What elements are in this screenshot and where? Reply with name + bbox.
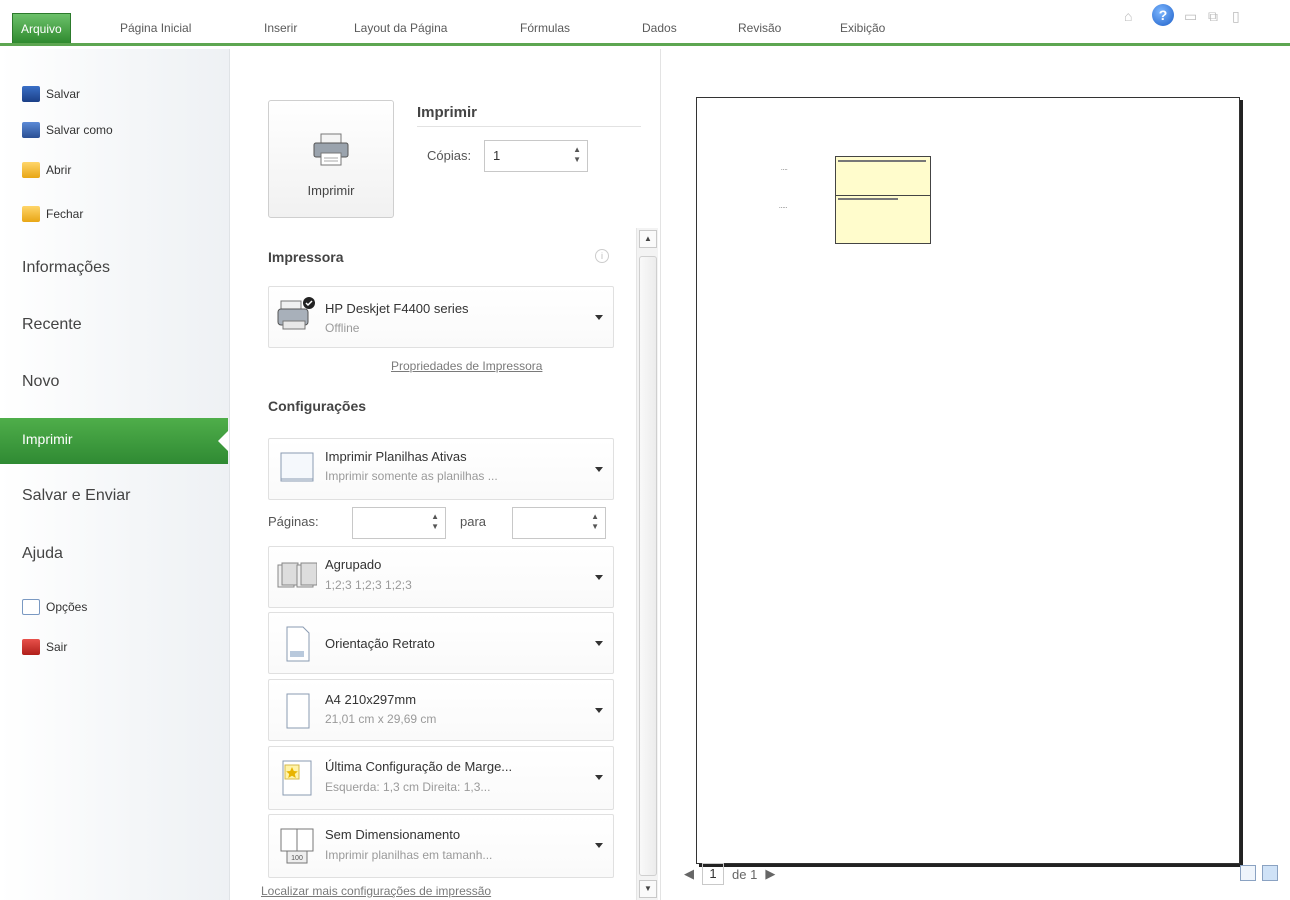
chevron-down-icon bbox=[595, 641, 603, 646]
spin-arrows-icon[interactable]: ▲ ▼ bbox=[431, 512, 439, 532]
preview-comment-box bbox=[835, 156, 931, 244]
preview-page: .... ..... bbox=[696, 97, 1240, 864]
sheets-icon bbox=[280, 452, 314, 482]
nav-novo[interactable]: Novo bbox=[22, 373, 59, 391]
copies-label: Cópias: bbox=[427, 148, 472, 163]
scaling-icon: 100 bbox=[280, 828, 314, 864]
nav-salvar[interactable]: Salvar bbox=[22, 86, 80, 102]
tab-formulas[interactable]: Fórmulas bbox=[516, 17, 574, 43]
nav-salvar-como[interactable]: Salvar como bbox=[22, 122, 113, 138]
print-button[interactable]: Imprimir bbox=[268, 100, 394, 218]
scroll-up-icon[interactable]: ▲ bbox=[639, 230, 657, 248]
svg-text:100: 100 bbox=[291, 855, 303, 862]
paper-size-dropdown[interactable]: A4 210x297mm 21,01 cm x 29,69 cm bbox=[268, 679, 614, 741]
active-pointer-icon bbox=[218, 430, 229, 452]
window-minimize-icon[interactable]: ▭ bbox=[1184, 8, 1197, 25]
next-page-icon[interactable]: ▶ bbox=[765, 866, 775, 882]
nav-ajuda[interactable]: Ajuda bbox=[22, 545, 63, 563]
tab-pagina-inicial[interactable]: Página Inicial bbox=[116, 17, 195, 43]
window-restore-icon[interactable]: ⧉ bbox=[1208, 8, 1218, 25]
scroll-down-icon[interactable]: ▼ bbox=[639, 880, 657, 898]
margins-icon bbox=[282, 760, 312, 796]
nav-salvar-e-enviar[interactable]: Salvar e Enviar bbox=[22, 487, 131, 505]
zoom-to-page-icon[interactable] bbox=[1262, 865, 1278, 881]
divider bbox=[836, 195, 930, 196]
more-print-settings-link[interactable]: Localizar mais configurações de impressã… bbox=[261, 884, 491, 898]
nav-sair[interactable]: Sair bbox=[22, 639, 67, 655]
printer-properties-link[interactable]: Propriedades de Impressora bbox=[391, 359, 542, 373]
tab-exibicao[interactable]: Exibição bbox=[836, 17, 889, 43]
page-navigator: ◀ 1 de 1 ▶ bbox=[684, 863, 775, 885]
ribbon-tab-bar: Arquivo Página Inicial Inserir Layout da… bbox=[0, 0, 1290, 46]
divider bbox=[417, 126, 641, 127]
nav-opcoes[interactable]: Opções bbox=[22, 599, 87, 615]
help-icon[interactable]: ? bbox=[1152, 4, 1174, 26]
save-as-icon bbox=[22, 122, 40, 138]
prev-page-icon[interactable]: ◀ bbox=[684, 866, 694, 882]
options-icon bbox=[22, 599, 40, 615]
print-settings-panel: Imprimir Imprimir Cópias: 1 ▲ ▼ Impressor… bbox=[231, 49, 661, 900]
pages-to-stepper[interactable]: ▲ ▼ bbox=[512, 507, 606, 539]
spin-arrows-icon[interactable]: ▲ ▼ bbox=[573, 145, 581, 165]
pages-to-label: para bbox=[460, 514, 487, 529]
pages-label: Páginas: bbox=[268, 514, 319, 529]
save-icon bbox=[22, 86, 40, 102]
spin-arrows-icon[interactable]: ▲ ▼ bbox=[591, 512, 599, 532]
chevron-down-icon bbox=[595, 315, 603, 320]
margins-dropdown[interactable]: Última Configuração de Marge... Esquerda… bbox=[268, 746, 614, 810]
preview-text-line bbox=[838, 160, 926, 162]
chevron-down-icon bbox=[595, 843, 603, 848]
tab-layout-da-pagina[interactable]: Layout da Página bbox=[350, 17, 451, 43]
scaling-dropdown[interactable]: 100 Sem Dimensionamento Imprimir planilh… bbox=[268, 814, 614, 878]
pages-from-stepper[interactable]: ▲ ▼ bbox=[352, 507, 446, 539]
orientation-dropdown[interactable]: Orientação Retrato bbox=[268, 612, 614, 674]
nav-imprimir[interactable]: Imprimir bbox=[0, 418, 229, 464]
current-page-input[interactable]: 1 bbox=[702, 863, 724, 885]
preview-cell-text: .... bbox=[781, 166, 788, 172]
minimize-ribbon-icon[interactable]: ⌂ bbox=[1124, 8, 1132, 24]
settings-scrollbar[interactable]: ▲ ▼ bbox=[636, 228, 658, 900]
collate-icon bbox=[277, 562, 317, 588]
nav-recente[interactable]: Recente bbox=[22, 316, 82, 334]
scrollbar-thumb[interactable] bbox=[639, 256, 657, 876]
preview-cell-text: ..... bbox=[779, 204, 788, 210]
info-icon[interactable]: i bbox=[595, 249, 609, 263]
print-what-dropdown[interactable]: Imprimir Planilhas Ativas Imprimir somen… bbox=[268, 438, 614, 500]
nav-abrir[interactable]: Abrir bbox=[22, 162, 71, 178]
print-title: Imprimir bbox=[417, 104, 478, 121]
preview-text-line bbox=[838, 198, 898, 200]
tab-dados[interactable]: Dados bbox=[638, 17, 681, 43]
collate-dropdown[interactable]: Agrupado 1;2;3 1;2;3 1;2;3 bbox=[268, 546, 614, 608]
close-folder-icon bbox=[22, 206, 40, 222]
backstage-nav: Salvar Salvar como Abrir Fechar Informaç… bbox=[0, 49, 230, 900]
copies-stepper[interactable]: 1 ▲ ▼ bbox=[484, 140, 588, 172]
chevron-down-icon bbox=[595, 575, 603, 580]
chevron-down-icon bbox=[595, 708, 603, 713]
page-total: de 1 bbox=[732, 866, 758, 882]
tab-inserir[interactable]: Inserir bbox=[260, 17, 301, 43]
window-close-icon[interactable]: ▯ bbox=[1232, 8, 1240, 25]
tab-revisao[interactable]: Revisão bbox=[734, 17, 785, 43]
nav-informacoes[interactable]: Informações bbox=[22, 259, 110, 277]
settings-section-title: Configurações bbox=[268, 398, 367, 414]
printer-dropdown[interactable]: HP Deskjet F4400 series Offline bbox=[268, 286, 614, 348]
exit-icon bbox=[22, 639, 40, 655]
printer-device-icon bbox=[277, 297, 315, 330]
show-margins-icon[interactable] bbox=[1240, 865, 1256, 881]
paper-icon bbox=[286, 693, 310, 729]
tab-arquivo[interactable]: Arquivo bbox=[12, 13, 71, 43]
chevron-down-icon bbox=[595, 467, 603, 472]
printer-section-title: Impressora bbox=[268, 249, 344, 265]
portrait-icon bbox=[286, 626, 310, 662]
print-preview: .... ..... ◀ 1 de 1 ▶ bbox=[662, 49, 1290, 900]
printer-icon bbox=[313, 133, 349, 166]
open-folder-icon bbox=[22, 162, 40, 178]
nav-fechar[interactable]: Fechar bbox=[22, 206, 83, 222]
chevron-down-icon bbox=[595, 775, 603, 780]
